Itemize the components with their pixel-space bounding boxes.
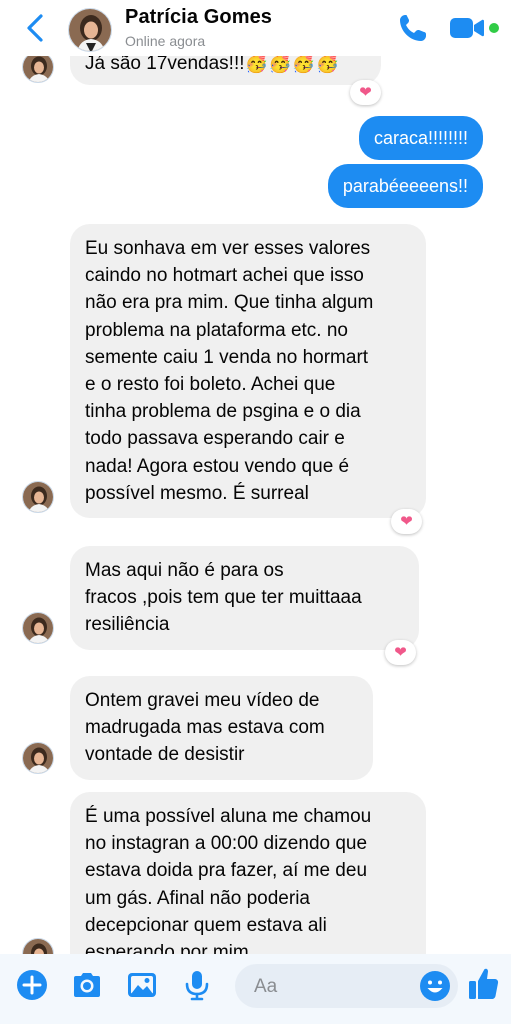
message-bubble[interactable]: Já são 17vendas!!!🥳🥳🥳🥳 bbox=[70, 56, 381, 85]
message-line: resiliência bbox=[85, 614, 170, 636]
message-line: vontade de desistir bbox=[85, 744, 245, 766]
message-input-placeholder: Aa bbox=[254, 976, 278, 997]
reaction-badge[interactable]: ❤ bbox=[391, 509, 422, 534]
message-line: nada! Agora estou vendo que é bbox=[85, 455, 350, 477]
contact-status: Online agora bbox=[125, 33, 206, 49]
message-line: no instagran a 00:00 dizendo que bbox=[85, 833, 368, 855]
contact-avatar-small[interactable] bbox=[22, 481, 54, 513]
heart-icon: ❤ bbox=[394, 644, 407, 661]
message-text: Já são 17vendas!!!🥳🥳🥳🥳 bbox=[85, 56, 340, 74]
plus-icon bbox=[17, 970, 47, 1000]
message-line: madrugada mas estava com bbox=[85, 717, 325, 739]
video-camera-icon bbox=[450, 18, 484, 38]
message-line: possível mesmo. É surreal bbox=[85, 482, 309, 504]
contact-avatar-small[interactable] bbox=[22, 612, 54, 644]
reaction-badge[interactable]: ❤ bbox=[350, 80, 381, 105]
message-line: fracos ,pois tem que ter muittaaa bbox=[85, 587, 362, 609]
message-line: Mas aqui não é para os bbox=[85, 560, 284, 581]
message-line: semente caiu 1 venda no hormart bbox=[85, 346, 369, 368]
contact-avatar-small[interactable] bbox=[22, 742, 54, 774]
contact-name[interactable]: Patrícia Gomes bbox=[125, 6, 272, 29]
message-bubble[interactable]: Mas aqui não é para os fracos ,pois tem … bbox=[70, 546, 419, 650]
message-bubble[interactable]: Ontem gravei meu vídeo de madrugada mas … bbox=[70, 676, 373, 780]
audio-call-button[interactable] bbox=[396, 12, 430, 44]
phone-icon bbox=[400, 15, 426, 41]
thumbs-up-icon bbox=[469, 968, 499, 999]
contact-avatar-small[interactable] bbox=[22, 56, 54, 83]
like-button[interactable] bbox=[466, 966, 500, 1000]
message-text: parabéeeeens!! bbox=[342, 176, 468, 196]
back-chevron-icon bbox=[27, 14, 43, 42]
chat-header: Patrícia Gomes Online agora bbox=[0, 0, 511, 56]
message-bubble[interactable]: caraca!!!!!!!! bbox=[358, 116, 483, 160]
message-line: caindo no hotmart achei que isso bbox=[85, 265, 364, 287]
video-call-button[interactable] bbox=[449, 14, 485, 42]
message-line: É uma possível aluna me chamou bbox=[85, 806, 372, 827]
heart-icon: ❤ bbox=[400, 513, 413, 530]
message-line: estava doida pra fazer, aí me deu bbox=[85, 860, 368, 882]
message-composer: Aa bbox=[0, 954, 511, 1024]
message-line: problema na plataforma etc. no bbox=[85, 319, 348, 341]
message-line: todo passava esperando cair e bbox=[85, 428, 345, 450]
emoji-button[interactable] bbox=[418, 969, 452, 1003]
message-line: Ontem gravei meu vídeo de bbox=[85, 690, 320, 711]
message-text: caraca!!!!!!!! bbox=[373, 128, 468, 148]
microphone-icon bbox=[185, 971, 209, 1001]
camera-button[interactable] bbox=[70, 968, 104, 1002]
gallery-button[interactable] bbox=[125, 968, 159, 1002]
message-thread[interactable]: Já são 17vendas!!!🥳🥳🥳🥳 ❤ caraca!!!!!!!! … bbox=[0, 56, 511, 954]
camera-icon bbox=[74, 973, 100, 997]
message-input[interactable]: Aa bbox=[235, 964, 458, 1008]
voice-message-button[interactable] bbox=[180, 968, 214, 1002]
message-bubble[interactable]: parabéeeeens!! bbox=[327, 164, 483, 208]
message-bubble[interactable]: É uma possível aluna me chamou no instag… bbox=[70, 792, 426, 954]
back-button[interactable] bbox=[24, 13, 48, 43]
message-line: esperando por mim bbox=[85, 942, 249, 954]
message-line: decepcionar quem estava ali bbox=[85, 914, 327, 936]
message-line: um gás. Afinal não poderia bbox=[85, 887, 310, 909]
message-line: Eu sonhava em ver esses valores bbox=[85, 238, 371, 259]
emoji-icon bbox=[420, 971, 450, 1001]
contact-avatar-small[interactable] bbox=[22, 938, 54, 954]
gallery-icon bbox=[128, 973, 156, 997]
online-indicator bbox=[489, 23, 499, 33]
message-line: e o resto foi boleto. Achei que bbox=[85, 374, 336, 396]
message-line: tinha problema de psgina e o dia bbox=[85, 401, 361, 423]
more-actions-button[interactable] bbox=[15, 968, 49, 1002]
contact-avatar[interactable] bbox=[68, 8, 112, 52]
message-bubble[interactable]: Eu sonhava em ver esses valores caindo n… bbox=[70, 224, 426, 519]
message-line: não era pra mim. Que tinha algum bbox=[85, 292, 374, 314]
reaction-badge[interactable]: ❤ bbox=[385, 640, 416, 665]
heart-icon: ❤ bbox=[359, 84, 372, 101]
